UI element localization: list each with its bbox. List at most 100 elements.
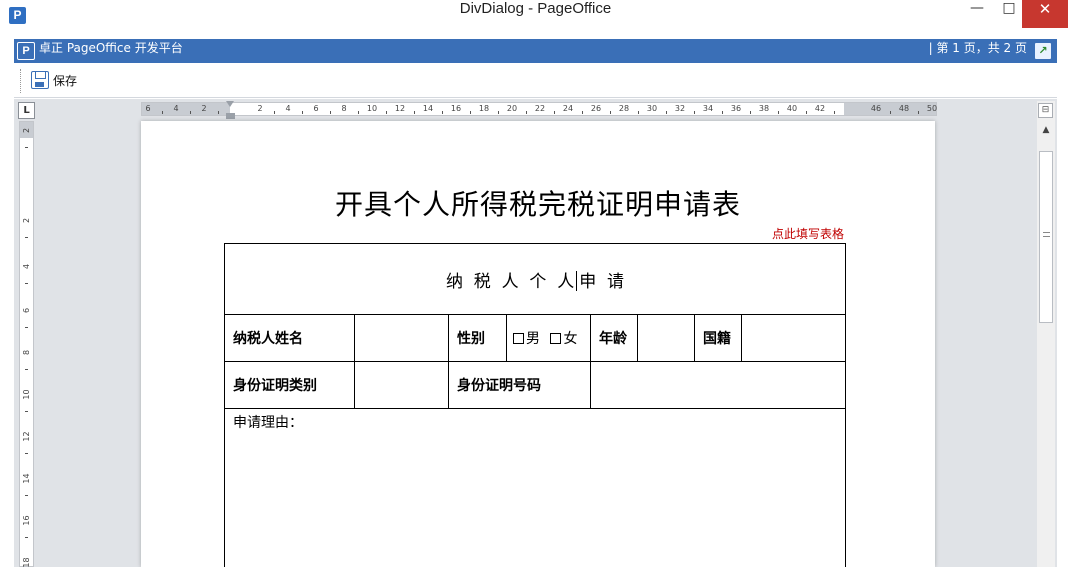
scroll-up-button[interactable]: ▲: [1037, 123, 1055, 137]
ruler-number: 30: [646, 104, 658, 113]
ruler-tick: [694, 111, 695, 114]
ruler-tick: [274, 111, 275, 114]
ruler-number: 2: [201, 104, 207, 113]
ruler-number: 46: [870, 104, 882, 113]
ruler-number: 42: [814, 104, 826, 113]
document-page[interactable]: 开具个人所得税完税证明申请表 点此填写表格 纳 税 人 个 人申 请 纳税人姓名…: [141, 121, 935, 567]
ruler-tick: [750, 111, 751, 114]
id-type-label: 身份证明类别: [224, 361, 355, 409]
ruler-number: 6: [313, 104, 319, 113]
window-title-bar[interactable]: DivDialog - PageOffice P — □ ✕: [0, 0, 1071, 32]
ruler-number: 26: [590, 104, 602, 113]
ruler-number: 14: [422, 104, 434, 113]
taxpayer-name-label: 纳税人姓名: [224, 314, 355, 362]
application-form-table: 纳 税 人 个 人申 请 纳税人姓名 性别 男 女 年龄 国籍 身份证明类别 身…: [224, 243, 846, 567]
vertical-ruler-tick: [25, 411, 28, 412]
ruler-tick: [190, 111, 191, 114]
ruler-tick: [582, 111, 583, 114]
minimize-button[interactable]: —: [960, 0, 994, 28]
form-header-cell[interactable]: 纳 税 人 个 人申 请: [224, 243, 846, 315]
save-button[interactable]: 保存: [28, 68, 80, 92]
ruler-number: 28: [618, 104, 630, 113]
ruler-tick: [498, 111, 499, 114]
vertical-ruler-tick: [25, 283, 28, 284]
ruler-number: 8: [341, 104, 347, 113]
ruler-tick: [386, 111, 387, 114]
ruler-number: 18: [478, 104, 490, 113]
ruler-tick: [526, 111, 527, 114]
vertical-ruler-tick: [25, 327, 28, 328]
age-label: 年龄: [590, 314, 638, 362]
ruler-tick: [218, 111, 219, 114]
table-row: 纳税人姓名 性别 男 女 年龄 国籍: [224, 314, 846, 362]
fill-form-link[interactable]: 点此填写表格: [772, 225, 844, 242]
vertical-ruler-number: 18: [22, 557, 31, 567]
id-type-field[interactable]: [354, 361, 449, 409]
vertical-ruler-tick: [25, 147, 28, 148]
gender-field[interactable]: 男 女: [506, 314, 591, 362]
ruler-number: 32: [674, 104, 686, 113]
table-row: 申请理由：: [224, 408, 846, 567]
ruler-tick: [470, 111, 471, 114]
fullscreen-icon[interactable]: ↗: [1035, 43, 1051, 59]
ruler-number: 38: [758, 104, 770, 113]
gender-label: 性别: [448, 314, 507, 362]
id-number-field[interactable]: [590, 361, 846, 409]
close-button[interactable]: ✕: [1022, 0, 1068, 28]
ruler-number: 48: [898, 104, 910, 113]
horizontal-ruler[interactable]: 6 4 2 2 4 6 8 10 12 14 16 18 20 22 24 26 28 30 32 34 36 38 40 4…: [141, 101, 938, 119]
ruler-tick: [918, 111, 919, 114]
ruler-tick: [890, 111, 891, 114]
page-info: | 第 1 页，共 2 页: [928, 41, 1027, 55]
maximize-button[interactable]: □: [994, 0, 1024, 28]
tab-stop-selector[interactable]: L: [18, 102, 35, 119]
ruler-number: 50: [926, 104, 938, 113]
ruler-tick: [722, 111, 723, 114]
ruler-number: 12: [394, 104, 406, 113]
reason-field[interactable]: 申请理由：: [224, 408, 846, 567]
vertical-ruler-tick: [25, 495, 28, 496]
window-frame-left: [0, 32, 14, 567]
scrollbar-thumb[interactable]: [1039, 151, 1053, 323]
text-cursor: [576, 270, 578, 291]
ruler-number: 22: [534, 104, 546, 113]
indent-marker[interactable]: [226, 101, 235, 119]
form-header-text: 纳 税 人 个 人: [445, 271, 575, 292]
ruler-tick: [806, 111, 807, 114]
male-checkbox[interactable]: [513, 333, 524, 344]
vertical-ruler-tick: [25, 237, 28, 238]
table-row: 纳 税 人 个 人申 请: [224, 243, 846, 315]
ruler-tick: [442, 111, 443, 114]
ruler-left-margin: [142, 103, 230, 115]
vertical-ruler[interactable]: 2 2 4 6 8 10 12 14 16 18: [19, 121, 34, 567]
toolbar-grip[interactable]: [20, 69, 22, 93]
female-checkbox[interactable]: [550, 333, 562, 344]
app-icon[interactable]: P: [9, 7, 26, 24]
toolbar: 保存: [14, 63, 1057, 98]
ruler-number: 10: [366, 104, 378, 113]
nationality-label: 国籍: [694, 314, 742, 362]
vertical-ruler-tick: [25, 537, 28, 538]
vertical-ruler-number: 16: [22, 515, 31, 526]
reason-label: 申请理由：: [233, 415, 303, 431]
age-field[interactable]: [637, 314, 695, 362]
vertical-scrollbar[interactable]: ⊟ ▲: [1037, 101, 1055, 567]
ruler-tick: [610, 111, 611, 114]
vertical-ruler-number: 6: [22, 307, 31, 314]
form-header-text-tail: 申 请: [579, 271, 625, 292]
ruler-tick: [358, 111, 359, 114]
nationality-field[interactable]: [741, 314, 846, 362]
vertical-ruler-number: 2: [22, 127, 31, 134]
taxpayer-name-field[interactable]: [354, 314, 449, 362]
pageoffice-header-bar: P 卓正 PageOffice 开发平台 | 第 1 页，共 2 页 ↗: [14, 39, 1057, 63]
vertical-ruler-number: 12: [22, 431, 31, 442]
ruler-tick: [302, 111, 303, 114]
ruler-number: 34: [702, 104, 714, 113]
document-workspace: L 6 4 2 2 4 6 8 10 12 14 16 18 20 22 24 26 28 30 32 34 36 38 4…: [14, 99, 1057, 567]
ruler-number: 24: [562, 104, 574, 113]
ruler-number: 20: [506, 104, 518, 113]
split-view-button[interactable]: ⊟: [1038, 103, 1053, 118]
ruler-tick: [162, 111, 163, 114]
save-button-label: 保存: [53, 73, 78, 88]
female-label: 女: [563, 331, 578, 347]
